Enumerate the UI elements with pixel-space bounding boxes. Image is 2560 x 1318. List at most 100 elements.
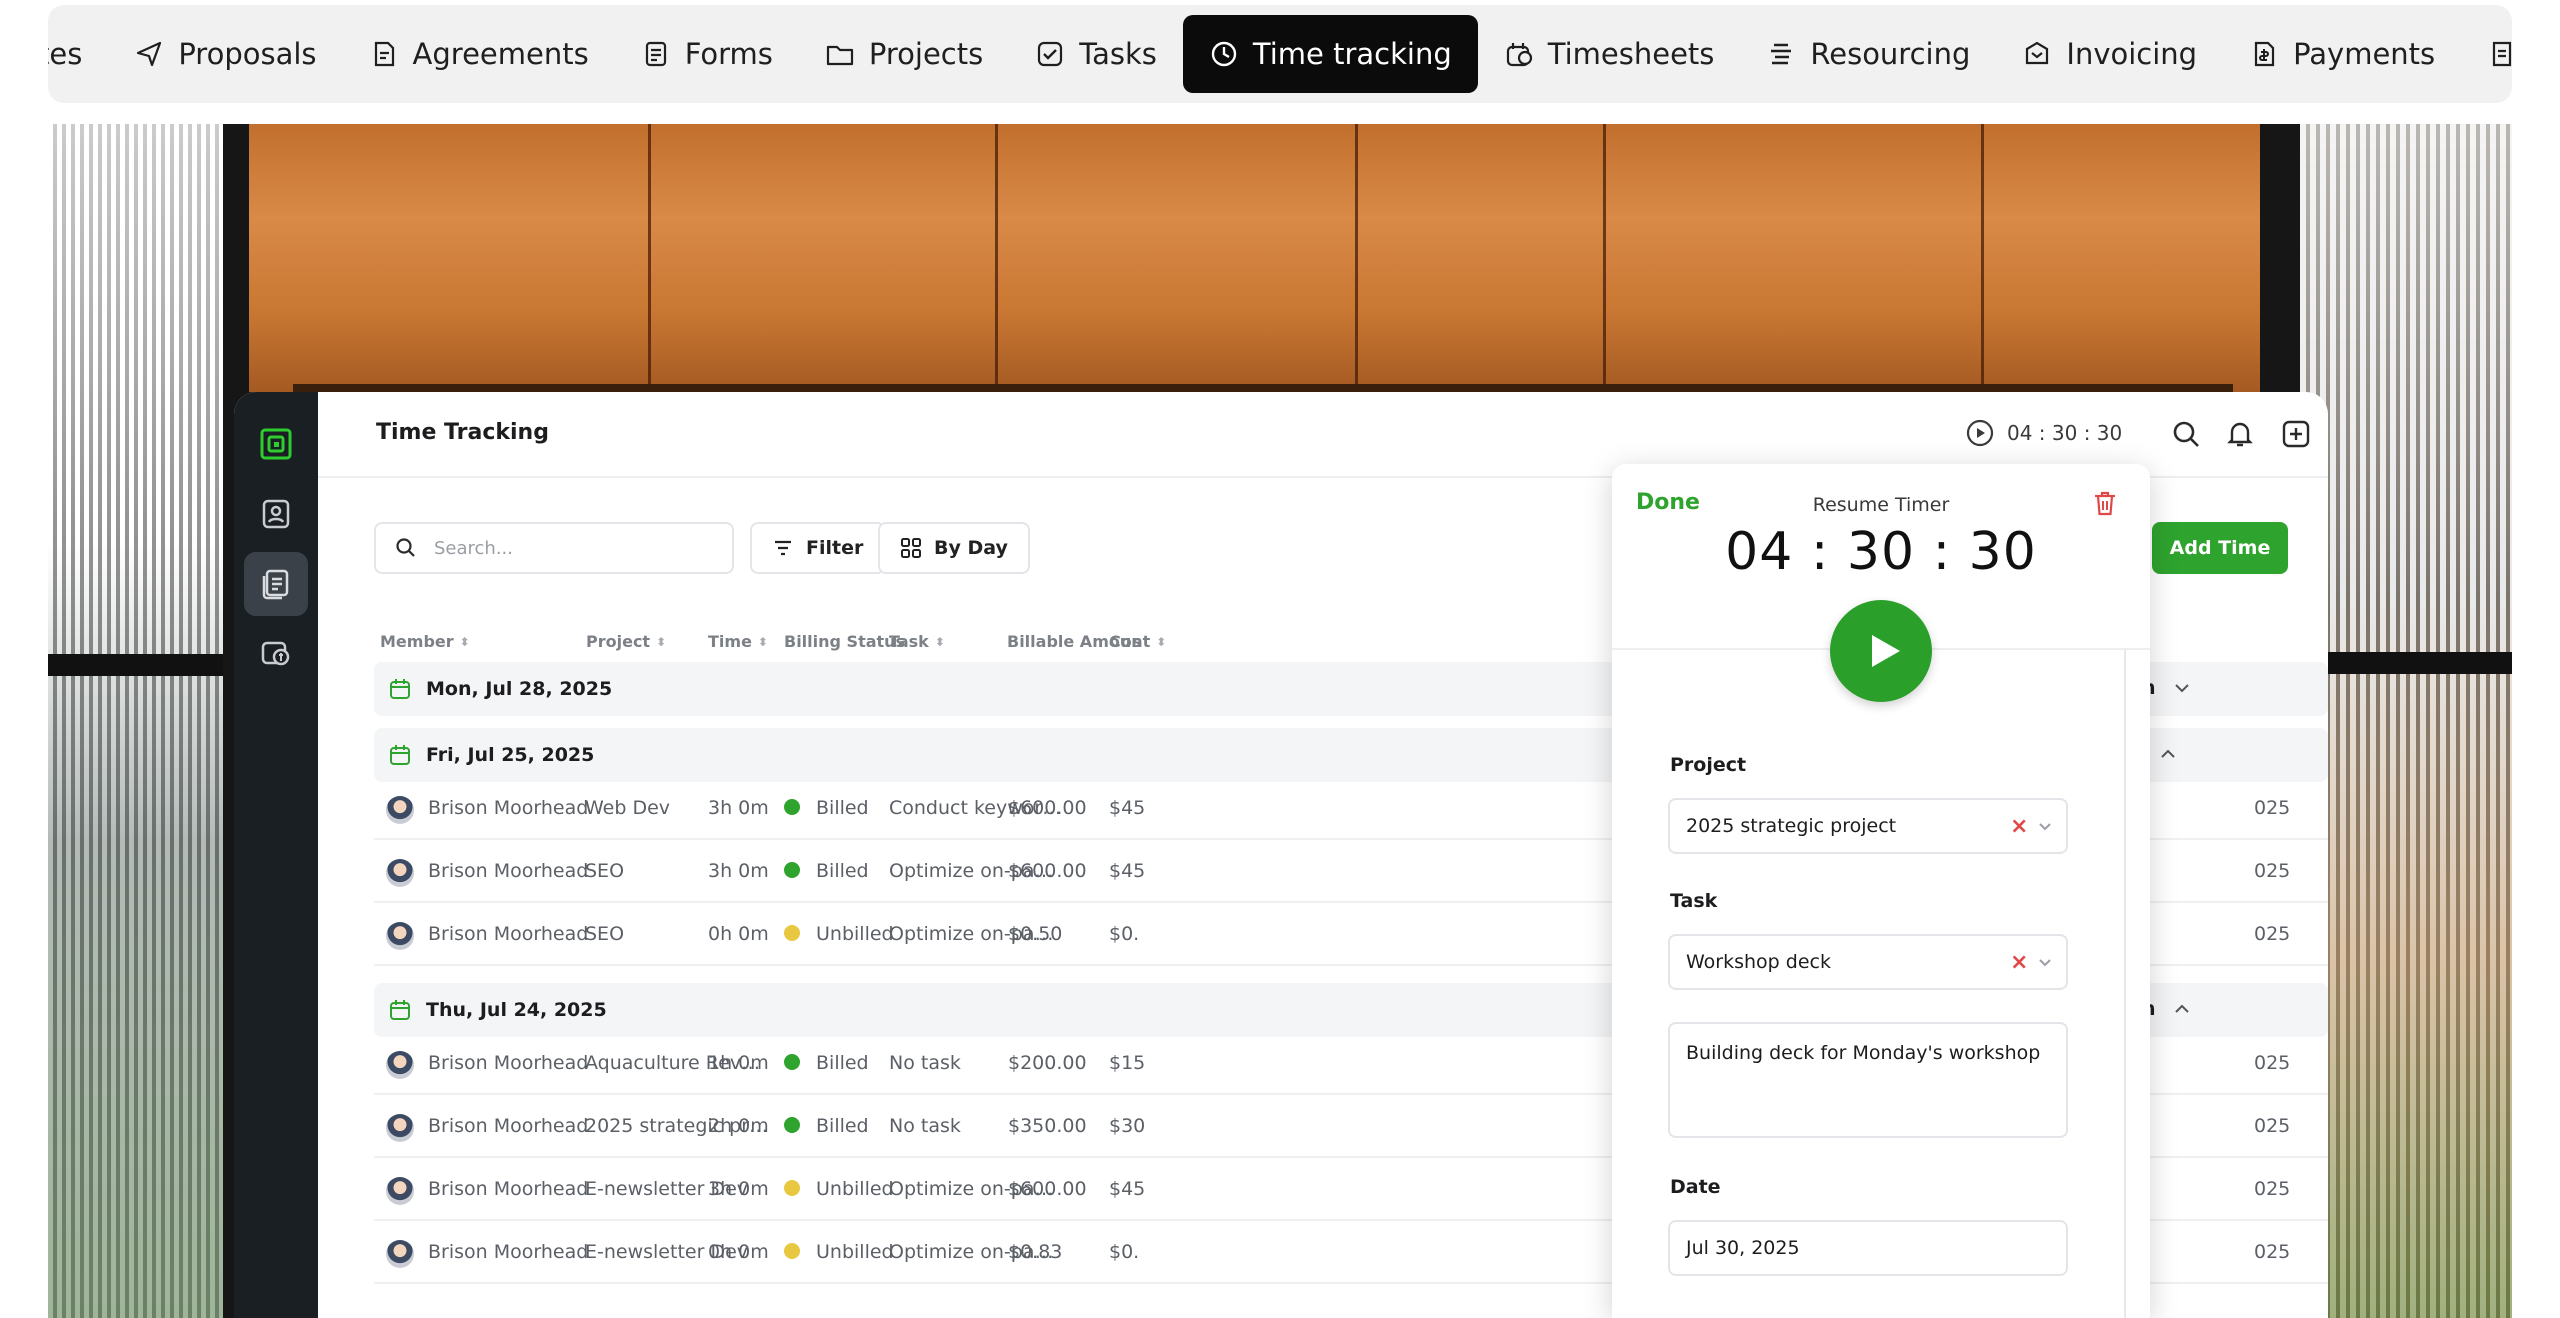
cell-cost: $45 [1109, 1178, 1145, 1200]
cell-time-text: 2h 0m [708, 1115, 769, 1137]
column-header[interactable]: Billable Amount ⬍ [1007, 632, 1166, 651]
cell-amount: $600.00 [1008, 860, 1087, 882]
group-date: Mon, Jul 28, 2025 [426, 678, 613, 700]
tab-resourcing[interactable]: Resourcing [1740, 15, 1996, 93]
documents-icon [262, 569, 289, 600]
sidebar-item-billing[interactable] [244, 622, 308, 686]
filter-button[interactable]: Filter [750, 522, 886, 574]
date-input[interactable]: Jul 30, 2025 [1668, 1220, 2068, 1276]
tab-proposals[interactable]: Proposals [108, 15, 342, 93]
billing-icon [261, 641, 290, 666]
cell-cost: $0. [1109, 923, 1139, 945]
cell-cost-text: $30 [1109, 1115, 1146, 1137]
tab-label: Time tracking [1252, 37, 1452, 71]
cell-date-tail: 025 [2254, 1241, 2291, 1263]
sort-icon[interactable]: ⬍ [656, 635, 666, 649]
app-logo[interactable] [244, 412, 308, 476]
trash-icon[interactable] [2090, 488, 2120, 518]
clear-project-icon[interactable]: × [2010, 814, 2028, 839]
add-square-icon[interactable] [2280, 418, 2312, 450]
sort-icon[interactable]: ⬍ [935, 635, 945, 649]
project-select[interactable]: 2025 strategic project × [1668, 798, 2068, 854]
column-header[interactable]: Task ⬍ [889, 632, 945, 651]
sort-icon[interactable]: ⬍ [758, 635, 768, 649]
cell-status: Billed [784, 860, 869, 882]
column-header[interactable]: Billing Status [784, 632, 905, 651]
sidebar-item-documents[interactable] [244, 552, 308, 616]
cell-member-text: Brison Moorhead [428, 923, 589, 945]
cell-amount: $600.00 [1008, 1178, 1087, 1200]
form-icon [645, 41, 666, 67]
cell-date-tail: 025 [2254, 797, 2291, 819]
tab-projects[interactable]: Projects [799, 15, 1009, 93]
tab-label: Forms [684, 37, 773, 71]
tab-tes[interactable]: tes [48, 15, 108, 93]
tab-payments[interactable]: Payments [2223, 15, 2461, 93]
filter-label: Filter [806, 537, 864, 559]
cell-amount-text: $350.00 [1008, 1115, 1087, 1137]
play-icon [1872, 635, 1900, 667]
cell-task-text: No task [889, 1052, 961, 1074]
search-icon[interactable] [2170, 418, 2202, 450]
tab-forms[interactable]: Forms [615, 15, 799, 93]
cell-cost-text: $45 [1109, 797, 1146, 819]
contact-icon [262, 499, 290, 529]
cell-time: 3h 0m [708, 860, 769, 882]
cell-amount-text: $600.00 [1008, 1178, 1087, 1200]
cell-task: No task [889, 1115, 961, 1137]
send-icon [137, 41, 162, 67]
calendar-icon [390, 1000, 410, 1020]
cell-cost-text: $0. [1109, 923, 1140, 945]
photo-right-bar [2300, 652, 2512, 674]
tab-agreements[interactable]: Agreements [343, 15, 615, 93]
status-dot [784, 799, 800, 815]
calendar-icon [390, 745, 410, 765]
done-button[interactable]: Done [1636, 490, 1700, 515]
cell-cost: $45 [1109, 797, 1145, 819]
tab-invoicing[interactable]: Invoicing [1996, 15, 2223, 93]
cell-member: Brison Moorhead [428, 797, 588, 819]
status-dot [784, 1117, 800, 1133]
avatar [386, 1177, 414, 1205]
document-sign-icon [374, 41, 394, 67]
column-header[interactable]: Project ⬍ [586, 632, 666, 651]
cell-status-text: Unbilled [816, 1241, 894, 1263]
status-dot [784, 862, 800, 878]
tab-timesheets[interactable]: Timesheets [1478, 15, 1741, 93]
cell-status: Unbilled [784, 923, 894, 945]
folder-icon [826, 45, 853, 66]
wood-seam [1981, 124, 1984, 392]
column-header-label: Project [586, 632, 651, 651]
task-select[interactable]: Workshop deck × [1668, 934, 2068, 990]
timer-panel: Resume Timer Done 04 : 30 : 30 [1612, 464, 2150, 702]
photo-left-shade [48, 124, 223, 1318]
resume-play-button[interactable] [1830, 600, 1932, 702]
cell-status-text: Billed [816, 860, 869, 882]
header-timer[interactable]: 04 : 30 : 30 [1965, 418, 2122, 448]
cell-amount-text: $0.83 [1008, 1241, 1063, 1263]
group-by-day-button[interactable]: By Day [878, 522, 1030, 574]
cell-amount-text: $600.00 [1008, 860, 1087, 882]
tab-tasks[interactable]: Tasks [1009, 15, 1183, 93]
cell-amount: $0.83 [1008, 1241, 1062, 1263]
tab-time-tracking[interactable]: Time tracking [1182, 15, 1478, 93]
timer-display: 04 : 30 : 30 [1725, 522, 2037, 582]
cell-cost: $15 [1109, 1052, 1145, 1074]
column-header[interactable]: Member ⬍ [380, 632, 470, 651]
chevron-up-icon [2174, 1004, 2189, 1013]
column-header[interactable]: Time ⬍ [708, 632, 768, 651]
cell-date-tail: 025 [2254, 860, 2291, 882]
add-time-button[interactable]: Add Time [2152, 522, 2288, 574]
cell-time: 0h 0m [708, 923, 769, 945]
search-input[interactable]: Search... [374, 522, 734, 574]
tab-expens[interactable]: Expens [2461, 15, 2512, 93]
clear-task-icon[interactable]: × [2010, 950, 2028, 975]
sort-icon[interactable]: ⬍ [1156, 635, 1166, 649]
bell-icon[interactable] [2224, 418, 2256, 450]
sidebar-item-contacts[interactable] [244, 482, 308, 546]
cell-status: Billed [784, 1052, 869, 1074]
group-date: Thu, Jul 24, 2025 [426, 999, 607, 1021]
notes-textarea[interactable]: Building deck for Monday's workshop [1668, 1022, 2068, 1138]
sort-icon[interactable]: ⬍ [460, 635, 470, 649]
column-header[interactable]: Cos [1109, 632, 1141, 651]
